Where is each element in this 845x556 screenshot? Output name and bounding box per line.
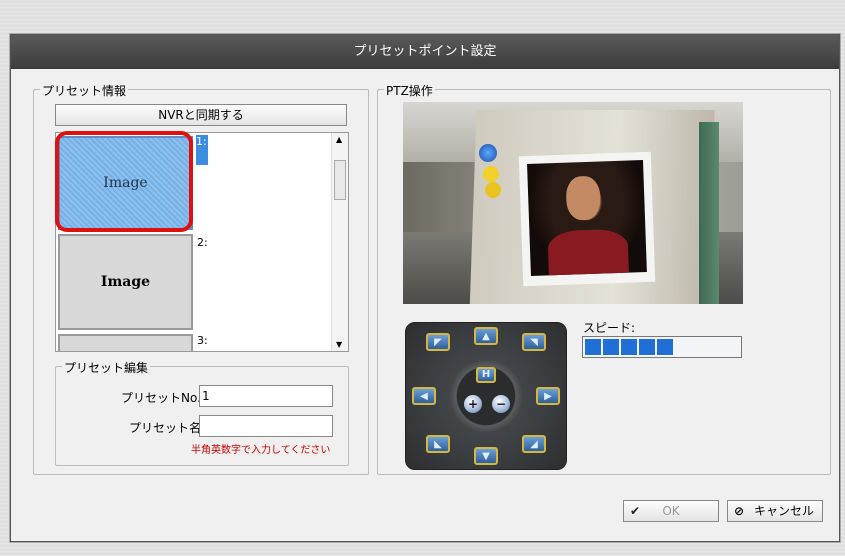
pan-down-button[interactable]: ▼ (474, 447, 498, 465)
speed-segment (657, 339, 673, 355)
preset-name-input[interactable] (199, 415, 333, 437)
speed-segment (621, 339, 637, 355)
pan-right-button[interactable]: ▶ (536, 387, 560, 405)
ok-label: OK (662, 504, 680, 518)
scroll-thumb[interactable] (334, 160, 346, 200)
preset-thumbnail-3[interactable] (58, 334, 193, 351)
preset-number-3[interactable]: 3: (197, 334, 208, 347)
speed-segment (603, 339, 619, 355)
pan-up-button[interactable]: ▲ (474, 327, 498, 345)
preset-name-label: プリセット名 (129, 421, 202, 435)
preset-no-input[interactable]: 1 (199, 385, 333, 407)
input-hint-text: 半角英数字で入力してください (191, 445, 331, 456)
portrait-face (565, 175, 602, 221)
preset-list-scrollbar[interactable]: ▲ ▼ (331, 133, 348, 351)
preset-thumbnail-2[interactable]: Image (58, 234, 193, 330)
sync-nvr-button[interactable]: NVRと同期する (55, 104, 347, 126)
smiley-magnet-icon (485, 182, 501, 198)
scroll-down-arrow-icon[interactable]: ▼ (336, 340, 342, 349)
ptz-label: PTZ操作 (384, 82, 435, 99)
pan-left-button[interactable]: ◀ (412, 387, 436, 405)
cancel-icon: ⊘ (734, 504, 745, 518)
pan-up-left-button[interactable]: ◤ (426, 333, 450, 351)
preset-number-2[interactable]: 2: (197, 236, 208, 249)
preset-edit-label: プリセット編集 (62, 359, 151, 376)
smiley-magnet-icon (483, 166, 499, 182)
cabinet-edge (699, 122, 719, 304)
thumbnail-image-label: Image (100, 274, 151, 290)
portrait-photo (518, 151, 656, 287)
cancel-label: キャンセル (753, 504, 814, 518)
preset-info-label: プリセット情報 (40, 82, 129, 99)
pan-down-left-button[interactable]: ◣ (426, 435, 450, 453)
speed-slider[interactable] (582, 336, 742, 358)
preset-no-label: プリセットNo. (121, 391, 201, 405)
dialog-title: プリセットポイント設定 (11, 35, 839, 69)
camera-live-view[interactable] (403, 102, 743, 304)
pan-up-right-button[interactable]: ◥ (522, 333, 546, 351)
ptz-control-pad: ◤ ▲ ◥ ◀ ▶ ◣ ▼ ◢ H + − (405, 322, 567, 470)
scroll-up-arrow-icon[interactable]: ▲ (336, 135, 342, 144)
cancel-button[interactable]: ⊘ キャンセル (727, 500, 823, 522)
home-button[interactable]: H (476, 367, 496, 383)
ok-button[interactable]: ✔ OK (623, 500, 719, 522)
zoom-in-icon[interactable]: + (464, 395, 482, 413)
blue-magnet-icon (479, 144, 497, 162)
portrait-shoulders (547, 228, 629, 276)
zoom-out-icon[interactable]: − (492, 395, 510, 413)
preset-point-dialog: プリセットポイント設定 プリセット情報 NVRと同期する Image 1: Im… (10, 34, 840, 542)
pan-down-right-button[interactable]: ◢ (522, 435, 546, 453)
speed-label: スピード: (583, 321, 636, 335)
speed-segment (585, 339, 601, 355)
speed-segment (639, 339, 655, 355)
preset-number-1[interactable]: 1: (196, 135, 208, 165)
selection-highlight-ring (55, 131, 193, 232)
checkmark-icon: ✔ (630, 504, 641, 518)
